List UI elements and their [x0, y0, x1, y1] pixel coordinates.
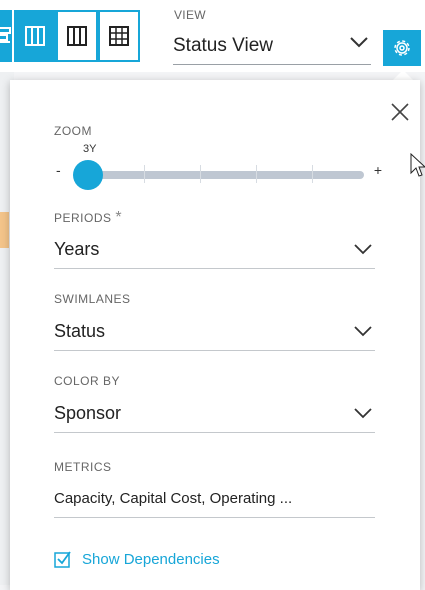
- chevron-down-icon: [350, 37, 368, 48]
- gantt-view-button[interactable]: [0, 10, 12, 62]
- zoom-slider-handle[interactable]: [73, 160, 103, 190]
- chevron-down-icon: [354, 408, 372, 419]
- mouse-pointer-icon: [410, 153, 425, 177]
- zoom-label: ZOOM: [54, 124, 92, 138]
- board-view-button[interactable]: [56, 10, 98, 62]
- settings-button[interactable]: [383, 30, 421, 66]
- zoom-slider[interactable]: - +: [56, 160, 382, 190]
- metrics-field[interactable]: Capacity, Capital Cost, Operating ...: [54, 484, 375, 518]
- show-dependencies-checkbox[interactable]: Show Dependencies: [54, 550, 220, 568]
- chevron-down-icon: [354, 326, 372, 337]
- periods-value: Years: [54, 239, 100, 259]
- popover-caret: [393, 70, 413, 80]
- view-label: VIEW: [174, 8, 206, 22]
- swimlanes-select[interactable]: Status: [54, 314, 375, 351]
- show-dependencies-label: Show Dependencies: [82, 550, 220, 568]
- view-select[interactable]: Status View: [173, 26, 371, 65]
- timeline-bar: [0, 212, 9, 248]
- color-by-value: Sponsor: [54, 403, 122, 423]
- close-icon[interactable]: [389, 101, 411, 123]
- zoom-tick: [200, 165, 201, 183]
- swimlanes-label: SWIMLANES: [54, 292, 131, 306]
- zoom-tick: [256, 165, 257, 183]
- zoom-max-symbol: +: [373, 162, 382, 178]
- grid-view-button[interactable]: [98, 10, 140, 62]
- gantt-icon: [0, 27, 11, 43]
- periods-label: PERIODS *: [54, 209, 122, 227]
- zoom-tick: [312, 165, 313, 183]
- view-select-value: Status View: [173, 35, 273, 56]
- periods-select[interactable]: Years: [54, 232, 375, 269]
- zoom-value: 3Y: [83, 143, 97, 155]
- metrics-value: Capacity, Capital Cost, Operating ...: [54, 490, 293, 507]
- columns-view-button[interactable]: [14, 10, 56, 62]
- gear-icon: [394, 40, 410, 56]
- metrics-label: METRICS: [54, 460, 112, 474]
- zoom-min-symbol: -: [56, 162, 61, 178]
- zoom-tick: [144, 165, 145, 183]
- color-by-label: COLOR BY: [54, 374, 121, 388]
- top-toolbar: VIEW Status View: [0, 0, 425, 72]
- periods-label-text: PERIODS: [54, 211, 112, 225]
- chevron-down-icon: [354, 244, 372, 255]
- swimlanes-value: Status: [54, 321, 106, 341]
- columns-icon: [67, 26, 87, 46]
- grid-icon: [109, 26, 129, 46]
- columns-icon: [25, 26, 45, 46]
- color-by-select[interactable]: Sponsor: [54, 396, 375, 433]
- checkbox-checked-icon: [54, 551, 71, 568]
- required-marker: *: [115, 209, 123, 226]
- zoom-track[interactable]: [88, 165, 364, 183]
